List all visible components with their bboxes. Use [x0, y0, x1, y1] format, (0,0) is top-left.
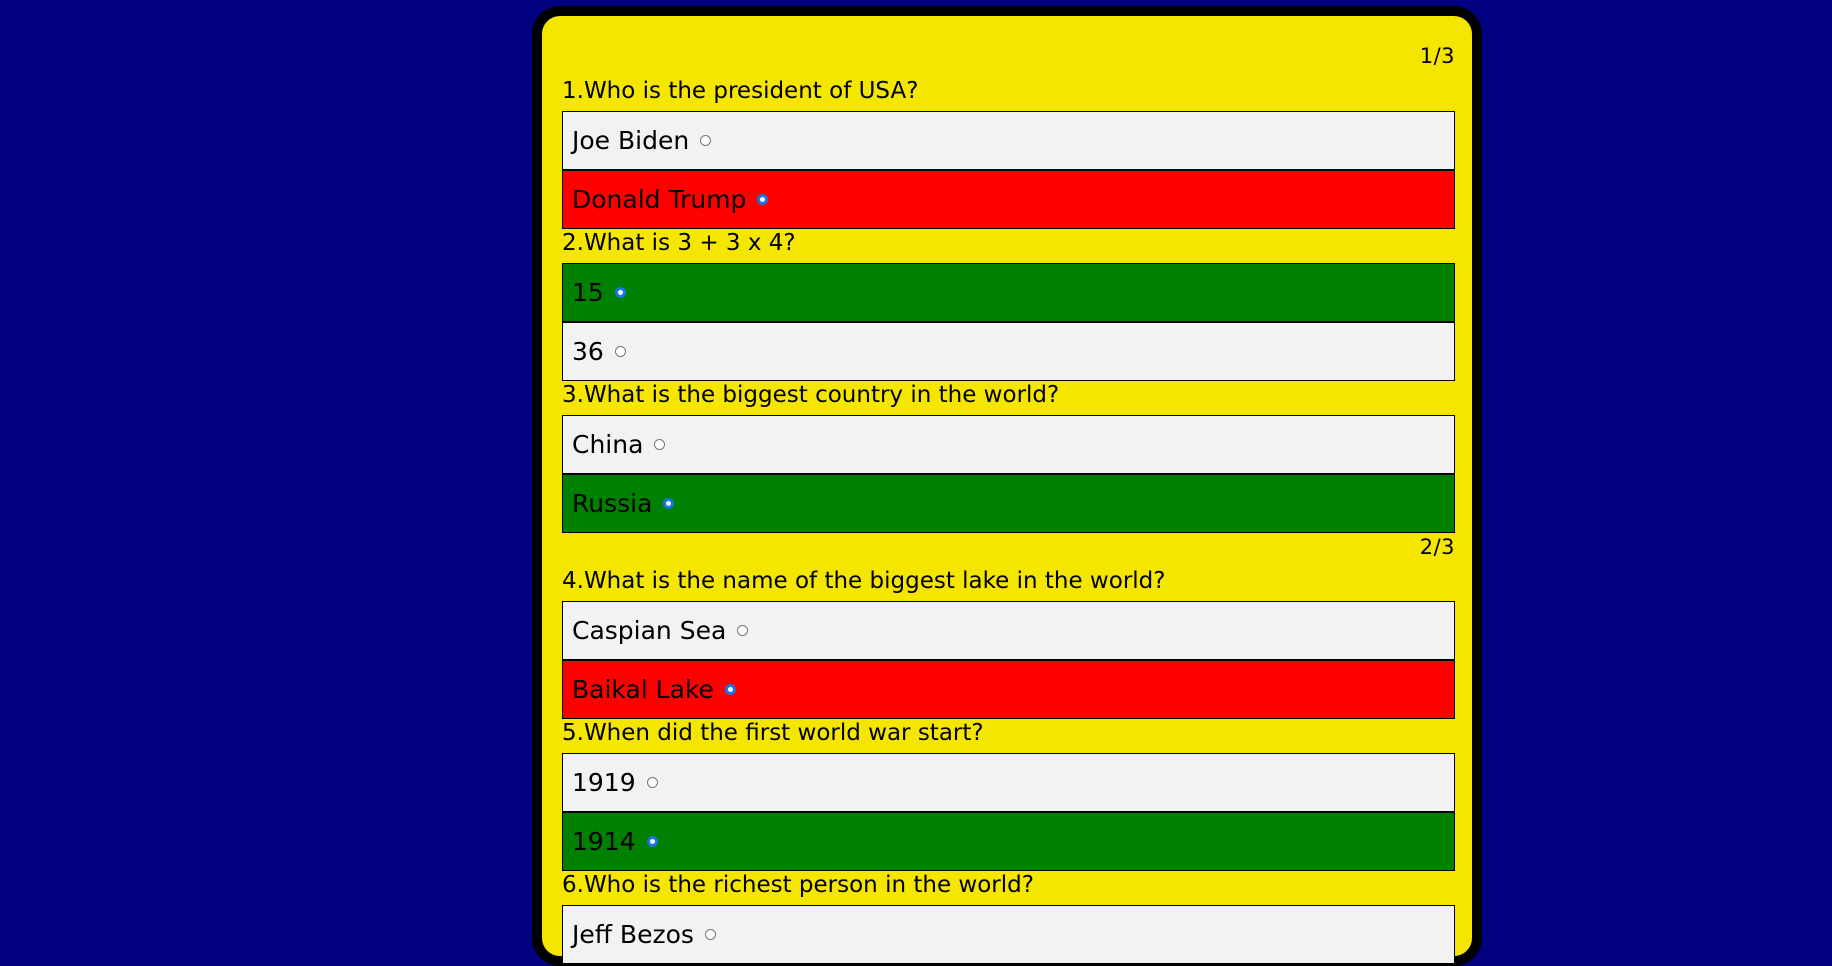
option-label: China	[572, 430, 644, 459]
option-caspian-sea[interactable]: Caspian Sea	[562, 601, 1455, 660]
question-4-text: 4.What is the name of the biggest lake i…	[562, 568, 1166, 594]
option-label: Caspian Sea	[572, 616, 727, 645]
option-label: 15	[572, 278, 604, 307]
radio-button[interactable]	[646, 777, 658, 788]
radio-button[interactable]	[663, 498, 675, 509]
option-china[interactable]: China	[562, 415, 1455, 474]
option-label: Russia	[572, 489, 653, 518]
radio-button[interactable]	[614, 346, 626, 357]
option-label: Joe Biden	[572, 126, 690, 155]
option-1914[interactable]: 1914	[562, 812, 1455, 871]
page-counter: 2/3	[1419, 535, 1455, 559]
radio-button[interactable]	[614, 287, 626, 298]
radio-button[interactable]	[654, 439, 666, 450]
option-label: Baikal Lake	[572, 675, 714, 704]
question-6-text: 6.Who is the richest person in the world…	[562, 872, 1034, 898]
option-baikal-lake[interactable]: Baikal Lake	[562, 660, 1455, 719]
radio-button[interactable]	[757, 194, 769, 205]
radio-button[interactable]	[646, 836, 658, 847]
page-counter: 1/3	[1419, 44, 1455, 68]
question-2-text: 2.What is 3 + 3 x 4?	[562, 230, 796, 256]
question-1-text: 1.Who is the president of USA?	[562, 78, 919, 104]
radio-button[interactable]	[700, 135, 712, 146]
radio-button[interactable]	[737, 625, 749, 636]
radio-button[interactable]	[724, 684, 736, 695]
option-label: 36	[572, 337, 604, 366]
option-jeff-bezos[interactable]: Jeff Bezos	[562, 905, 1455, 964]
question-5-text: 5.When did the first world war start?	[562, 720, 984, 746]
option-russia[interactable]: Russia	[562, 474, 1455, 533]
question-3-text: 3.What is the biggest country in the wor…	[562, 382, 1060, 408]
radio-button[interactable]	[704, 929, 716, 940]
option-15[interactable]: 15	[562, 263, 1455, 322]
option-joe-biden[interactable]: Joe Biden	[562, 111, 1455, 170]
option-1919[interactable]: 1919	[562, 753, 1455, 812]
quiz-card: 1/3 1.Who is the president of USA? Joe B…	[532, 6, 1482, 966]
option-donald-trump[interactable]: Donald Trump	[562, 170, 1455, 229]
option-36[interactable]: 36	[562, 322, 1455, 381]
option-label: 1919	[572, 768, 636, 797]
option-label: 1914	[572, 827, 636, 856]
option-label: Donald Trump	[572, 185, 747, 214]
option-label: Jeff Bezos	[572, 920, 694, 949]
